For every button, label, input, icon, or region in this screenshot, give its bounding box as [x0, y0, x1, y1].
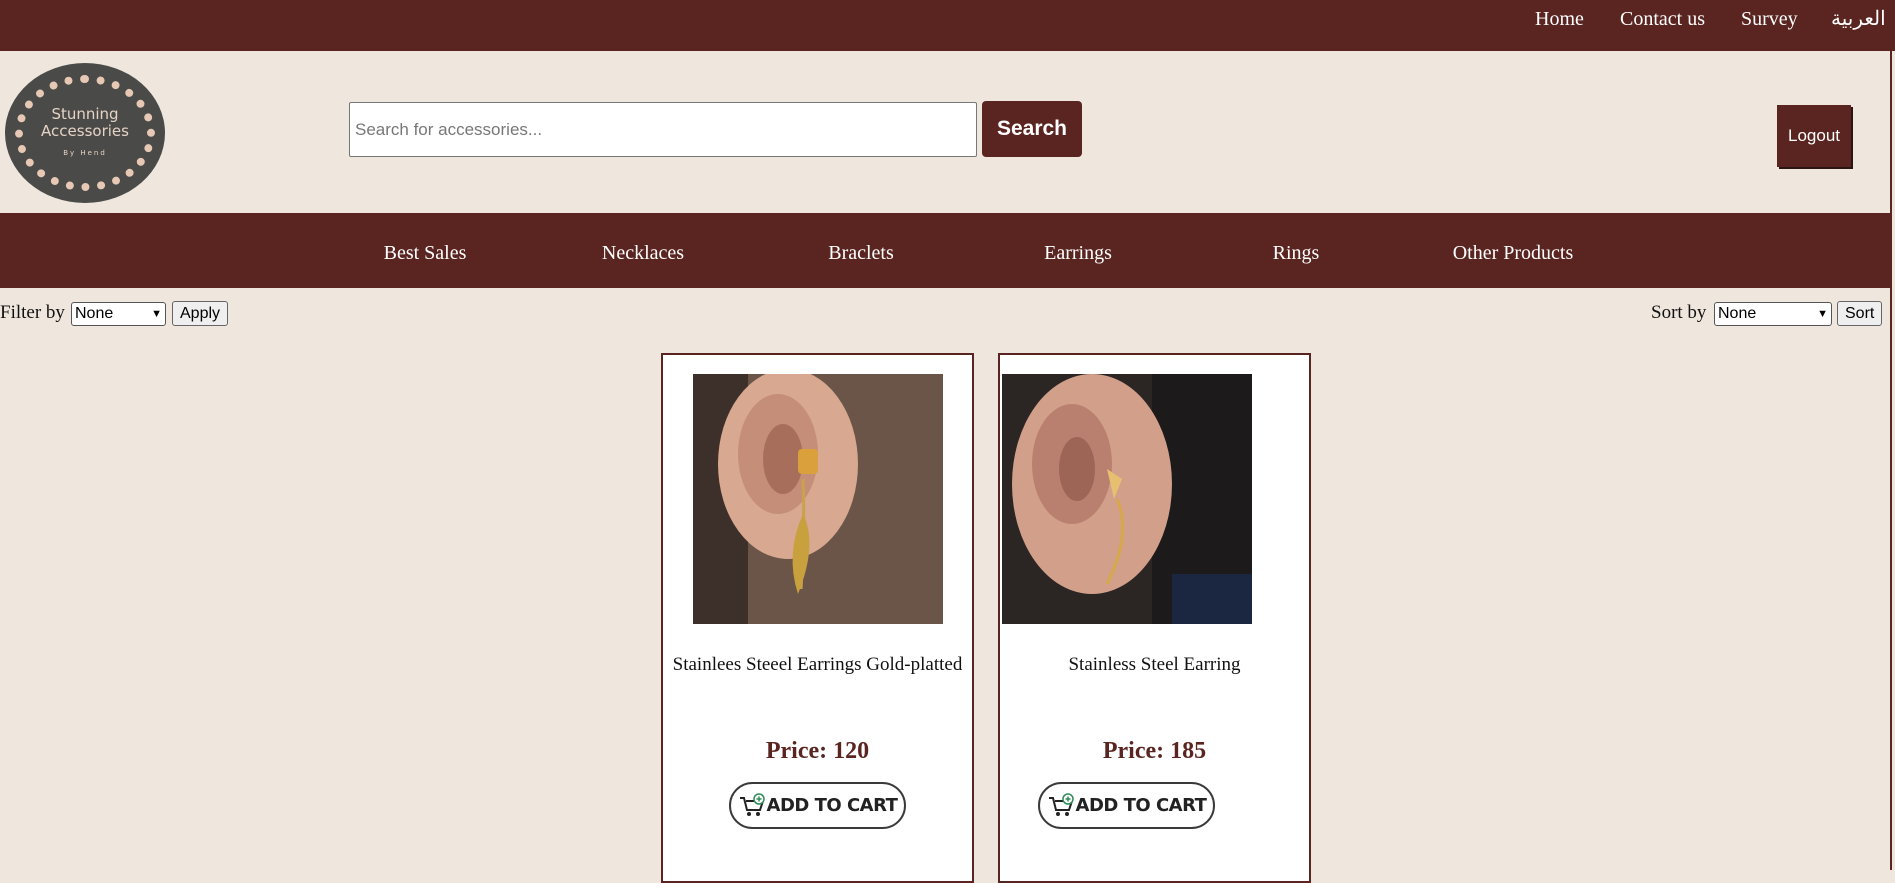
sort-button[interactable]: Sort — [1837, 301, 1883, 326]
product-card: Stainless Steel Earring Price: 185 ADD T… — [998, 353, 1311, 883]
product-price: Price: 185 — [1102, 738, 1207, 764]
category-braclets[interactable]: Braclets — [741, 241, 981, 265]
nav-home-link[interactable]: Home — [1535, 7, 1584, 31]
chevron-down-icon: ▼ — [1817, 308, 1828, 320]
product-image[interactable] — [1002, 374, 1252, 624]
search-input[interactable] — [349, 102, 977, 157]
top-bar: Home Contact us Survey العربية — [0, 0, 1895, 51]
product-price: Price: 120 — [765, 738, 870, 764]
category-nav: Best Sales Necklaces Braclets Earrings R… — [0, 213, 1890, 288]
category-best-sales[interactable]: Best Sales — [305, 241, 545, 265]
product-card: Stainlees Steeel Earrings Gold-platted P… — [661, 353, 974, 883]
product-image[interactable] — [693, 374, 943, 624]
filter-label: Filter by — [0, 302, 65, 323]
logout-button[interactable]: Logout — [1777, 105, 1851, 167]
chevron-down-icon: ▼ — [151, 308, 162, 320]
cart-icon — [1048, 792, 1074, 816]
sort-select-value: None — [1718, 305, 1757, 322]
add-to-cart-button[interactable]: ADD TO CART — [1038, 782, 1215, 829]
logo-text-line1: Stunning — [51, 105, 119, 123]
category-other-products[interactable]: Other Products — [1393, 241, 1633, 265]
product-name: Stainless Steel Earring — [1068, 654, 1241, 675]
site-logo[interactable]: Stunning Accessories By Hend — [5, 63, 165, 203]
category-earrings[interactable]: Earrings — [958, 241, 1198, 265]
sort-label: Sort by — [1651, 302, 1707, 323]
cart-icon — [739, 792, 765, 816]
category-rings[interactable]: Rings — [1176, 241, 1416, 265]
logo-text-line3: By Hend — [63, 149, 107, 157]
filter-select-value: None — [75, 305, 114, 322]
search-button[interactable]: Search — [982, 101, 1082, 157]
filter-select[interactable]: None ▼ — [71, 302, 166, 326]
page-right-border — [1890, 51, 1892, 870]
add-to-cart-label: ADD TO CART — [1075, 795, 1207, 816]
filter-apply-button[interactable]: Apply — [172, 301, 229, 326]
category-necklaces[interactable]: Necklaces — [523, 241, 763, 265]
logo-text-line2: Accessories — [41, 122, 129, 140]
sort-select[interactable]: None ▼ — [1714, 302, 1832, 326]
language-switch-link[interactable]: العربية — [1831, 7, 1886, 31]
add-to-cart-button[interactable]: ADD TO CART — [729, 782, 906, 829]
add-to-cart-label: ADD TO CART — [766, 795, 898, 816]
product-name: Stainlees Steeel Earrings Gold-platted — [672, 654, 963, 675]
nav-survey-link[interactable]: Survey — [1741, 7, 1798, 31]
nav-contact-link[interactable]: Contact us — [1620, 7, 1705, 31]
